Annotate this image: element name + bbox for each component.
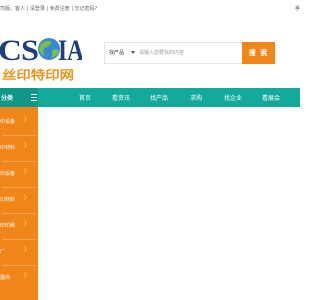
search-input[interactable] xyxy=(139,47,239,59)
sidebar-item-equipment[interactable]: 印设备 〉 xyxy=(0,113,38,135)
menu-icon xyxy=(31,94,37,101)
divider xyxy=(2,161,36,162)
chevron-right-icon: 〉 xyxy=(24,195,31,202)
sidebar-item-label: 印设备 xyxy=(0,119,16,125)
sidebar-item-label: 印设备 xyxy=(0,171,16,177)
category-toggle[interactable]: 分类 xyxy=(0,88,38,107)
login-link[interactable]: 请登录 xyxy=(30,6,45,12)
register-link[interactable]: 免费注册 xyxy=(50,6,70,12)
divider xyxy=(2,187,36,188)
forgot-password-link[interactable]: 忘记密码? xyxy=(75,6,98,12)
sidebar-item-label: 印印刷 xyxy=(0,223,16,229)
sidebar-item-label: 印材料 xyxy=(0,145,16,151)
divider xyxy=(2,213,36,214)
logo-wordmark-ia: IA xyxy=(58,34,82,67)
chevron-right-icon: 〉 xyxy=(24,273,31,280)
category-label: 分类 xyxy=(1,95,14,102)
top-bar: 司版。客人 | 请登录 | 免费注册 | 忘记密码? 手 xyxy=(0,0,300,22)
logo-wordmark-s: S xyxy=(21,34,39,67)
nav-products[interactable]: 找产品 xyxy=(150,93,168,102)
sidebar-item-label: 厂 xyxy=(0,249,6,255)
separator: | xyxy=(46,6,49,12)
logo-wordmark-c: C xyxy=(0,34,22,67)
chevron-right-icon: 〉 xyxy=(24,221,31,228)
nav-news[interactable]: 看资讯 xyxy=(112,93,130,102)
separator: | xyxy=(71,6,74,12)
category-sidebar: 印设备 〉 印材料 〉 印设备 〉 印材料 〉 印印刷 〉 厂 〉 展商 〉 xyxy=(0,107,38,300)
sidebar-item-label: 印材料 xyxy=(0,197,16,203)
site-logo[interactable]: C S IA 丝印特印网 xyxy=(0,30,82,82)
chevron-right-icon: 〉 xyxy=(24,143,31,150)
search-box: 找产品 xyxy=(104,42,243,64)
search-button[interactable]: 搜 索 xyxy=(242,42,275,64)
search-bar: 找产品 搜 索 xyxy=(104,42,275,64)
globe-icon xyxy=(38,38,60,60)
divider xyxy=(2,135,36,136)
chevron-down-icon[interactable] xyxy=(131,51,135,54)
chevron-right-icon: 〉 xyxy=(24,247,31,254)
main-nav: 分类 首页 看资讯 找产品 求购 找企业 看展会 xyxy=(0,88,300,107)
nav-companies[interactable]: 找企业 xyxy=(224,93,242,102)
sidebar-item-printing[interactable]: 印印刷 〉 xyxy=(0,217,38,239)
sidebar-item-materials-2[interactable]: 印材料 〉 xyxy=(0,191,38,213)
logo-slogan: 丝印特印网 xyxy=(2,67,74,82)
top-right-link[interactable]: 手 xyxy=(295,5,300,12)
logo-graphic: C S IA 丝印特印网 xyxy=(0,34,82,82)
sidebar-item-materials[interactable]: 印材料 〉 xyxy=(0,139,38,161)
login-links: 司版。客人 | 请登录 | 免费注册 | 忘记密码? xyxy=(0,5,97,12)
divider xyxy=(2,239,36,240)
nav-buy[interactable]: 求购 xyxy=(190,93,202,102)
sidebar-item-equipment-2[interactable]: 印设备 〉 xyxy=(0,165,38,187)
nav-exhibitions[interactable]: 看展会 xyxy=(262,93,280,102)
sidebar-item-label: 展商 xyxy=(0,275,11,281)
chevron-right-icon: 〉 xyxy=(24,117,31,124)
chevron-right-icon: 〉 xyxy=(24,169,31,176)
sidebar-item-factory[interactable]: 厂 〉 xyxy=(0,243,38,265)
greeting-text: 司版。客人 | xyxy=(0,6,29,12)
nav-home[interactable]: 首页 xyxy=(79,93,91,102)
search-category-select[interactable]: 找产品 xyxy=(109,49,124,56)
divider xyxy=(2,265,36,266)
sidebar-item-exhibitors[interactable]: 展商 〉 xyxy=(0,269,38,291)
